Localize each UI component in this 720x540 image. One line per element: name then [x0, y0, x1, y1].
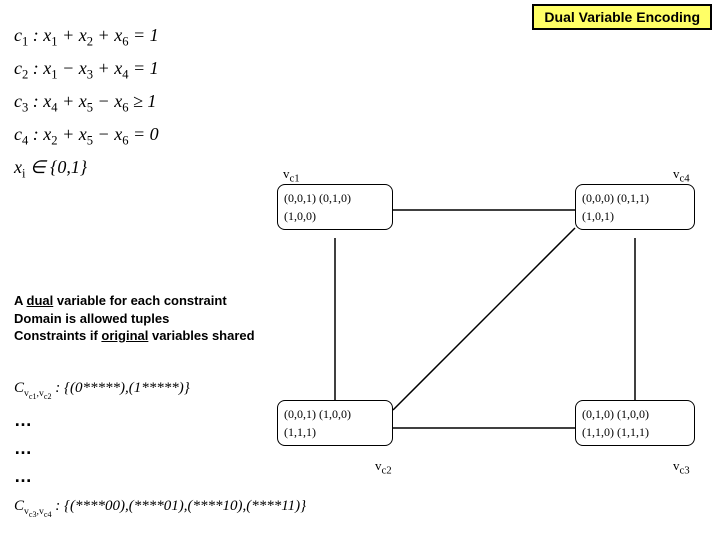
ellipsis-2: … — [14, 438, 32, 459]
constraint-c3: c3 : x4 + x5 − x6 ≥ 1 — [14, 86, 159, 119]
node-label-vc2: vc2 — [375, 458, 392, 477]
ellipsis-3: … — [14, 466, 32, 487]
node-label-vc4: vc4 — [673, 166, 690, 185]
node-label-vc1: vc1 — [283, 166, 300, 185]
node-vc2: (0,0,1) (1,0,0) (1,1,1) — [277, 400, 393, 446]
ellipsis-1: … — [14, 410, 32, 431]
graph-diagram: vc1 (0,0,1) (0,1,0) (1,0,0) vc4 (0,0,0) … — [275, 180, 705, 475]
constraint-c4: c4 : x2 + x5 − x6 = 0 — [14, 119, 159, 152]
node-label-vc3: vc3 — [673, 458, 690, 477]
title-badge: Dual Variable Encoding — [532, 4, 712, 30]
constraint-list: c1 : x1 + x2 + x6 = 1 c2 : x1 − x3 + x4 … — [14, 20, 159, 185]
node-vc3: (0,1,0) (1,0,0) (1,1,0) (1,1,1) — [575, 400, 695, 446]
node-vc4: (0,0,0) (0,1,1) (1,0,1) — [575, 184, 695, 230]
node-vc1: (0,0,1) (0,1,0) (1,0,0) — [277, 184, 393, 230]
constraint-domain: xi ∈ {0,1} — [14, 152, 159, 185]
dual-constraint-1: Cvc1,vc2 : {(0*****),(1*****)} — [14, 380, 190, 401]
constraint-c2: c2 : x1 − x3 + x4 = 1 — [14, 53, 159, 86]
dual-constraint-2: Cvc3,vc4 : {(****00),(****01),(****10),(… — [14, 498, 306, 519]
constraint-c1: c1 : x1 + x2 + x6 = 1 — [14, 20, 159, 53]
description-block: A dual variable for each constraint Doma… — [14, 292, 255, 345]
